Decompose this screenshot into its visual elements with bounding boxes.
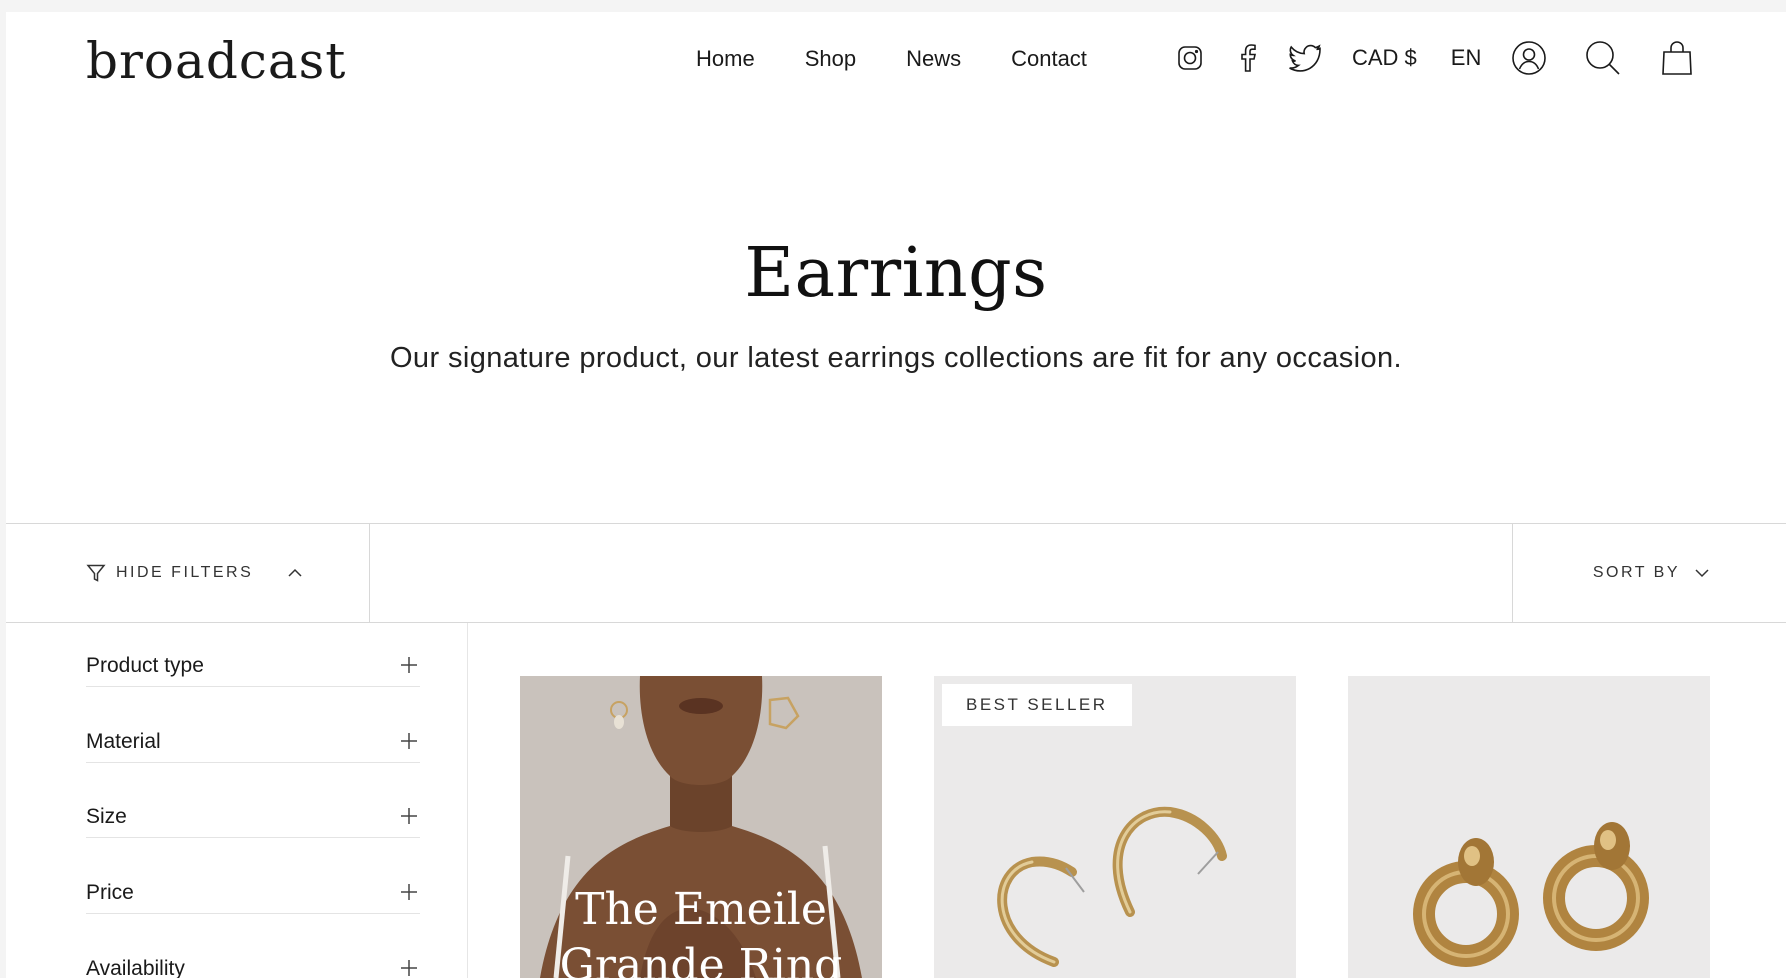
facet-material[interactable]: Material: [86, 689, 420, 763]
facet-label: Material: [86, 730, 161, 753]
facet-label: Price: [86, 881, 134, 904]
twitter-icon[interactable]: [1286, 38, 1326, 78]
chevron-down-icon: [1694, 568, 1710, 578]
facet-product-type[interactable]: Product type: [86, 613, 420, 687]
page: broadcast Home Shop News Contact CAD $ E…: [6, 12, 1786, 978]
product-overlay-title-line: The Emeile: [575, 884, 827, 935]
plus-icon: [400, 959, 418, 977]
account-icon[interactable]: [1509, 38, 1549, 78]
facet-label: Size: [86, 805, 127, 828]
main-nav: Home Shop News Contact: [696, 46, 1087, 72]
brand-logo[interactable]: broadcast: [86, 32, 346, 90]
filter-sidebar: Product type Material Size Price Availab…: [6, 623, 468, 978]
filter-toolbar: HIDE FILTERS SORT BY: [6, 523, 1786, 623]
site-header: broadcast Home Shop News Contact CAD $ E…: [6, 12, 1786, 112]
filter-funnel-icon: [86, 563, 106, 583]
currency-selector[interactable]: CAD $: [1352, 45, 1417, 71]
facebook-icon[interactable]: [1228, 38, 1268, 78]
facet-size[interactable]: Size: [86, 764, 420, 838]
product-image: [1413, 822, 1649, 967]
product-card[interactable]: BEST SELLER: [934, 676, 1296, 978]
hide-filters-label: HIDE FILTERS: [116, 564, 254, 581]
hide-filters-button[interactable]: HIDE FILTERS: [6, 524, 370, 622]
product-overlay-title-line: Grande Ring: [559, 940, 843, 978]
product-card[interactable]: The Emeile Grande Ring: [520, 676, 882, 978]
plus-icon: [400, 807, 418, 825]
search-icon[interactable]: [1583, 38, 1623, 78]
collection-title: Earrings: [744, 234, 1048, 313]
plus-icon: [400, 732, 418, 750]
best-seller-badge: BEST SELLER: [942, 684, 1132, 726]
plus-icon: [400, 883, 418, 901]
sort-by-dropdown[interactable]: SORT BY: [1512, 524, 1786, 622]
facet-price[interactable]: Price: [86, 840, 420, 914]
nav-home[interactable]: Home: [696, 46, 755, 72]
nav-shop[interactable]: Shop: [805, 46, 856, 72]
facet-label: Availability: [86, 957, 185, 978]
sort-by-label: SORT BY: [1592, 564, 1680, 581]
cart-bag-icon[interactable]: [1657, 38, 1697, 78]
instagram-icon[interactable]: [1170, 38, 1210, 78]
nav-contact[interactable]: Contact: [1011, 46, 1087, 72]
product-card[interactable]: [1348, 676, 1710, 978]
chevron-up-icon: [287, 568, 303, 578]
language-selector[interactable]: EN: [1451, 45, 1482, 71]
header-utilities: CAD $ EN: [1170, 38, 1697, 78]
plus-icon: [400, 656, 418, 674]
collection-description: Our signature product, our latest earrin…: [389, 342, 1403, 374]
nav-news[interactable]: News: [906, 46, 961, 72]
facet-label: Product type: [86, 654, 204, 677]
facet-availability[interactable]: Availability: [86, 915, 420, 978]
product-overlay-title: The Emeile Grande Ring: [520, 882, 882, 978]
